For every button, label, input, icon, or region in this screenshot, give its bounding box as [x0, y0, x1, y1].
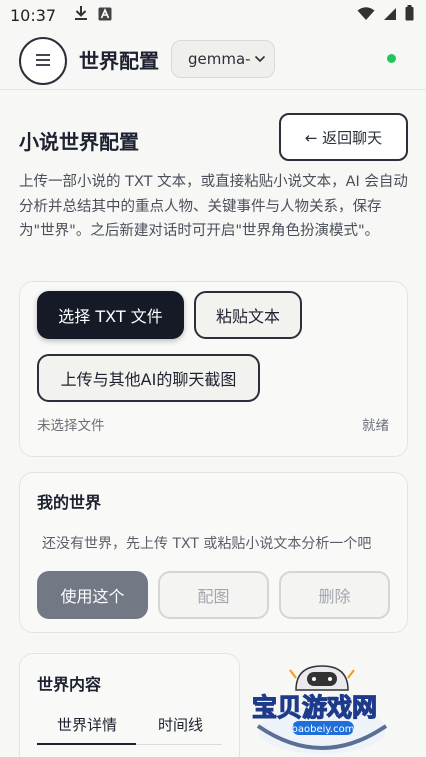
battery-icon [405, 5, 414, 25]
illustrate-label: 配图 [197, 587, 230, 606]
world-content-title: 世界内容 [37, 675, 102, 694]
delete-world-button[interactable]: 删除 [279, 571, 390, 619]
tab-world-details[interactable]: 世界详情 [57, 714, 117, 735]
connection-status-dot [387, 54, 396, 63]
status-right [357, 5, 414, 25]
use-world-label: 使用这个 [60, 587, 125, 606]
illustrate-button[interactable]: 配图 [158, 571, 269, 619]
select-txt-label: 选择 TXT 文件 [58, 307, 163, 326]
status-bar: 10:37 [0, 0, 426, 30]
tab-timeline[interactable]: 时间线 [158, 714, 203, 735]
cellular-icon [383, 6, 397, 25]
app-header: 世界配置 gemma- [0, 30, 426, 90]
upload-chat-screenshot-button[interactable]: 上传与其他AI的聊天截图 [37, 354, 260, 402]
back-to-chat-label: ← 返回聊天 [304, 128, 383, 147]
active-tab-underline [37, 743, 136, 745]
use-world-button[interactable]: 使用这个 [37, 571, 148, 619]
watermark-text: 宝贝游戏网 [252, 693, 377, 722]
menu-button[interactable] [19, 37, 67, 85]
delete-world-label: 删除 [318, 587, 351, 606]
status-time: 10:37 [10, 5, 57, 25]
download-icon [74, 5, 88, 25]
select-txt-button[interactable]: 选择 TXT 文件 [37, 291, 184, 339]
paste-text-label: 粘贴文本 [215, 307, 280, 326]
back-to-chat-button[interactable]: ← 返回聊天 [279, 113, 408, 161]
upload-chat-screenshot-label: 上传与其他AI的聊天截图 [60, 370, 237, 389]
paste-text-button[interactable]: 粘贴文本 [194, 291, 302, 339]
status-left: 10:37 [10, 5, 112, 25]
watermark-url: baobeiy.com [292, 724, 355, 735]
ready-status: 就绪 [362, 418, 389, 434]
header-title: 世界配置 [79, 49, 159, 73]
file-status: 未选择文件 [37, 418, 105, 434]
a-badge-icon [98, 6, 112, 25]
watermark-logo: 宝贝游戏网 baobeiy.com [250, 660, 400, 757]
tab-divider [136, 744, 222, 745]
world-content-card [19, 653, 240, 757]
my-worlds-title: 我的世界 [37, 493, 102, 512]
page-title: 小说世界配置 [19, 130, 139, 154]
intro-text: 上传一部小说的 TXT 文本，或直接粘贴小说文本，AI 会自动分析并总结其中的重… [19, 174, 408, 239]
wifi-icon [357, 6, 375, 25]
model-select-value: gemma- [188, 50, 251, 68]
worlds-empty-text: 还没有世界，先上传 TXT 或粘贴小说文本分析一个吧 [42, 536, 372, 552]
hamburger-icon [35, 52, 51, 71]
model-select[interactable]: gemma- [171, 40, 275, 78]
status-icons-left [74, 5, 112, 25]
chevron-down-icon [254, 52, 266, 70]
